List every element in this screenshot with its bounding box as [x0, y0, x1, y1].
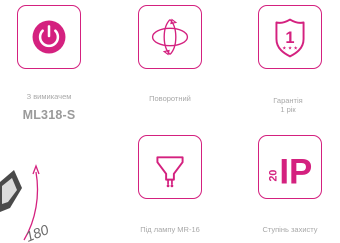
ip-text: IP: [279, 152, 312, 191]
rotation-180-graphic: 180: [0, 164, 51, 243]
feature-warranty-tile: 1 ★ ★ ★: [258, 5, 322, 69]
feature-rotate-tile: [138, 5, 202, 69]
model-number: ML318-S: [22, 108, 76, 122]
feature-switch-tile: [17, 5, 81, 69]
power-icon: [32, 20, 66, 54]
feature-ip-caption: Ступінь захисту: [262, 225, 318, 234]
ip-number: 20: [267, 170, 279, 182]
feature-switch-caption: З вимикачем: [26, 92, 72, 101]
feature-mr16-tile: [138, 135, 202, 199]
warranty-digit: 1: [285, 29, 294, 47]
feature-warranty-caption: Гарантія 1 рік: [273, 96, 303, 114]
star-icons: ★ ★ ★: [282, 46, 298, 52]
warranty-shield-icon: 1 ★ ★ ★: [275, 18, 305, 58]
feature-rotate-caption: Поворотний: [149, 94, 191, 103]
feature-ip-tile: 20 IP: [258, 135, 322, 199]
mr16-lamp-icon: [156, 156, 184, 188]
rotate-icon: [151, 18, 189, 56]
rotation-degrees-text: 180: [23, 221, 51, 243]
ip-rating-icon: 20 IP: [267, 152, 312, 191]
feature-mr16-caption: Під лампу MR-16: [140, 225, 200, 234]
